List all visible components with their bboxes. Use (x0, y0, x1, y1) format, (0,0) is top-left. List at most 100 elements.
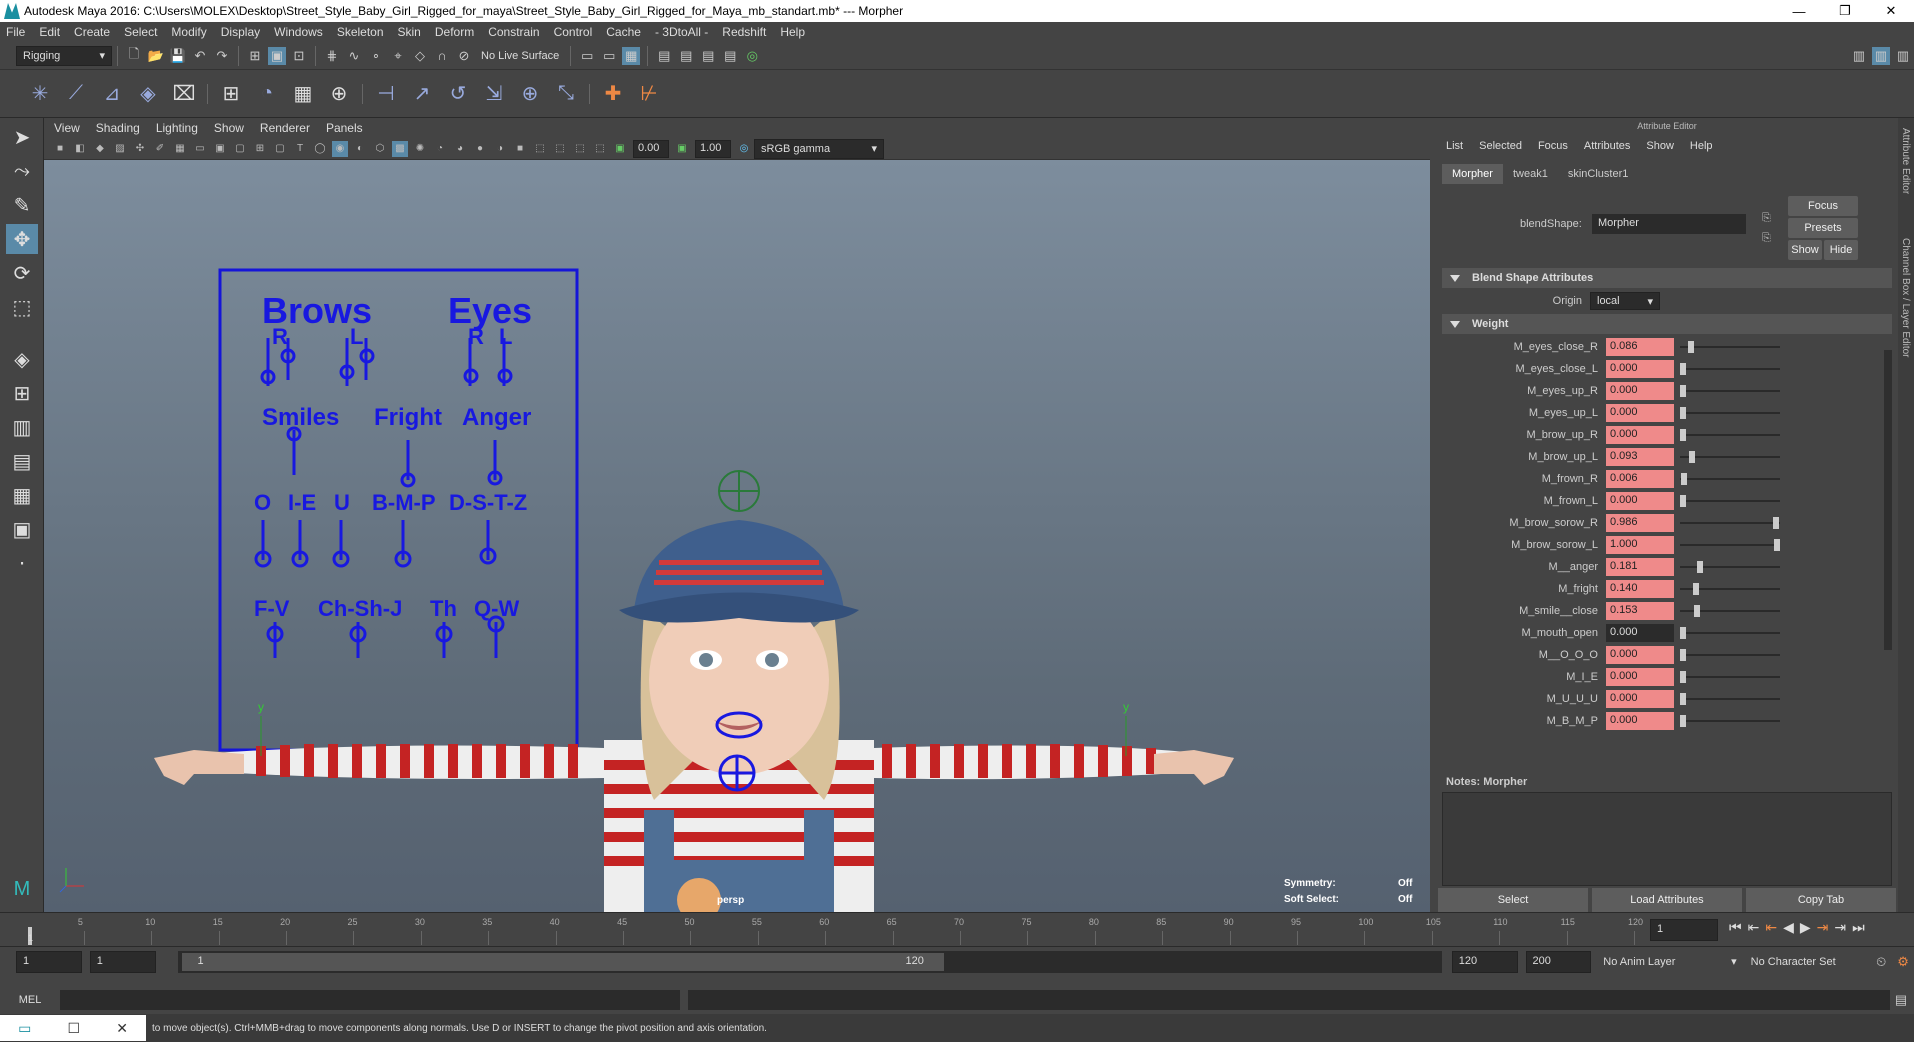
orient-constraint-icon[interactable]: ↺ (443, 79, 473, 109)
outliner-layout-icon[interactable]: ▤ (6, 446, 38, 476)
vp-menu-lighting[interactable]: Lighting (156, 121, 198, 135)
preferences-icon[interactable]: ⚙ (1894, 953, 1912, 971)
vp-menu-show[interactable]: Show (214, 121, 244, 135)
weight-slider[interactable] (1680, 646, 1780, 664)
weight-value-field[interactable]: 0.153 (1606, 602, 1674, 620)
menu-file[interactable]: File (6, 25, 25, 39)
copy-tab-button[interactable]: Copy Tab (1746, 888, 1896, 912)
weight-slider[interactable] (1680, 602, 1780, 620)
current-frame-field[interactable]: 1 (1650, 919, 1718, 941)
output-ops-icon[interactable]: ▭ (600, 47, 618, 65)
weight-value-field[interactable]: 0.140 (1606, 580, 1674, 598)
vp-menu-view[interactable]: View (54, 121, 80, 135)
ae-menu-attributes[interactable]: Attributes (1584, 140, 1630, 152)
goto-start-icon[interactable]: ⏮ (1729, 919, 1742, 936)
close-button[interactable]: ✕ (1868, 0, 1914, 22)
weight-value-field[interactable]: 0.000 (1606, 360, 1674, 378)
vp-menu-panels[interactable]: Panels (326, 121, 363, 135)
antialias-icon[interactable]: ⬚ (572, 141, 588, 157)
weight-slider[interactable] (1680, 624, 1780, 642)
rotate-tool-icon[interactable]: ⟳ (6, 258, 38, 288)
locator-icon[interactable]: ⌧ (169, 79, 199, 109)
vp-menu-renderer[interactable]: Renderer (260, 121, 310, 135)
lattice-icon[interactable]: ▦ (288, 79, 318, 109)
ik-spline-icon[interactable]: ⊿ (97, 79, 127, 109)
resolution-gate-icon[interactable]: ▣ (212, 141, 228, 157)
textured-icon[interactable]: ▩ (392, 140, 408, 157)
render-settings-icon[interactable]: ▤ (721, 47, 739, 65)
ae-menu-show[interactable]: Show (1646, 140, 1674, 152)
weight-slider[interactable] (1680, 470, 1780, 488)
playback-end-field[interactable]: 120 (1451, 950, 1518, 973)
grease-pencil-icon[interactable]: ✐ (152, 141, 168, 157)
paint-select-icon[interactable]: ✎ (6, 190, 38, 220)
character-set-dropdown[interactable]: No Character Set (1751, 956, 1861, 968)
command-language-label[interactable]: MEL (0, 994, 60, 1006)
slider-knob[interactable] (1688, 341, 1695, 353)
menu-help[interactable]: Help (780, 25, 805, 39)
safe-title-icon[interactable]: T (292, 141, 308, 157)
side-tab-attribute-editor[interactable]: Attribute Editor (1900, 128, 1911, 194)
render-sequence-icon[interactable]: ▤ (677, 47, 695, 65)
script-editor-icon[interactable]: ▤ (1892, 991, 1910, 1009)
notes-textarea[interactable] (1442, 792, 1892, 886)
scale-constraint-icon[interactable]: ⇲ (479, 79, 509, 109)
2d-pan-icon[interactable]: ✣ (132, 141, 148, 157)
menu-display[interactable]: Display (221, 25, 260, 39)
weight-slider[interactable] (1680, 536, 1780, 554)
wireframe-icon[interactable]: ◯ (312, 141, 328, 157)
menu-control[interactable]: Control (554, 25, 593, 39)
select-hierarchy-icon[interactable]: ⊞ (246, 47, 264, 65)
weight-value-field[interactable]: 0.000 (1606, 712, 1674, 730)
minimize-button[interactable]: — (1776, 0, 1822, 22)
hypershade-icon[interactable]: ◎ (743, 47, 761, 65)
snap-grid-icon[interactable]: ⋕ (323, 47, 341, 65)
weight-value-field[interactable]: 0.000 (1606, 382, 1674, 400)
weight-slider[interactable] (1680, 426, 1780, 444)
select-button[interactable]: Select (1438, 888, 1588, 912)
tab-skincluster1[interactable]: skinCluster1 (1558, 164, 1639, 184)
menuset-dropdown[interactable]: Rigging ▾ (16, 45, 112, 66)
xray-joints-icon[interactable]: ● (472, 141, 488, 157)
focus-button[interactable]: Focus (1788, 196, 1858, 216)
slider-knob[interactable] (1694, 605, 1701, 617)
lasso-tool-icon[interactable]: ⤳ (6, 156, 38, 186)
aim-constraint-icon[interactable]: ⊕ (515, 79, 545, 109)
show-button[interactable]: Show (1788, 240, 1822, 260)
tab-morpher[interactable]: Morpher (1442, 164, 1503, 184)
point-constraint-icon[interactable]: ↗ (407, 79, 437, 109)
view-transform-dropdown[interactable]: sRGB gamma ▾ (754, 138, 884, 159)
step-back-frame-icon[interactable]: ⇤ (1765, 919, 1777, 936)
step-forward-key-icon[interactable]: ⇥ (1834, 919, 1846, 936)
select-object-icon[interactable]: ▣ (268, 46, 286, 65)
pole-vector-icon[interactable]: ⤡ (551, 79, 581, 109)
paint-weights-icon[interactable]: ⊬ (634, 79, 664, 109)
slider-knob[interactable] (1774, 539, 1780, 551)
slider-knob[interactable] (1680, 715, 1686, 727)
isolate-select-icon[interactable]: ⬚ (532, 141, 548, 157)
weight-value-field[interactable]: 0.000 (1606, 492, 1674, 510)
slider-knob[interactable] (1680, 495, 1686, 507)
joint-tool-icon[interactable]: ✳ (25, 79, 55, 109)
four-pane-layout-icon[interactable]: ⊞ (6, 378, 38, 408)
slider-knob[interactable] (1688, 451, 1695, 463)
two-pane-layout-icon[interactable]: ▥ (6, 412, 38, 442)
layout-icon[interactable]: ▥ (1850, 47, 1868, 65)
slider-knob[interactable] (1680, 407, 1686, 419)
tab-tweak1[interactable]: tweak1 (1503, 164, 1558, 184)
cluster-icon[interactable]: ⊞ (216, 79, 246, 109)
anim-layer-dropdown[interactable]: No Anim Layer ▾ (1603, 955, 1736, 969)
construction-history-icon[interactable]: ▦ (622, 46, 641, 65)
undo-icon[interactable]: ↶ (191, 47, 209, 65)
scale-tool-icon[interactable]: ⬚ (6, 292, 38, 322)
weight-slider[interactable] (1680, 580, 1780, 598)
side-tab-channel-box[interactable]: Channel Box / Layer Editor (1900, 238, 1911, 358)
ipr-render-icon[interactable]: ▤ (699, 47, 717, 65)
mirror-joint-icon[interactable]: ◈ (133, 79, 163, 109)
section-weight[interactable]: Weight (1442, 314, 1892, 334)
weight-slider[interactable] (1680, 360, 1780, 378)
weight-slider[interactable] (1680, 338, 1780, 356)
weight-value-field[interactable]: 1.000 (1606, 536, 1674, 554)
shadows-icon[interactable]: ◔ (432, 141, 448, 157)
image-plane-icon[interactable]: ▨ (112, 141, 128, 157)
